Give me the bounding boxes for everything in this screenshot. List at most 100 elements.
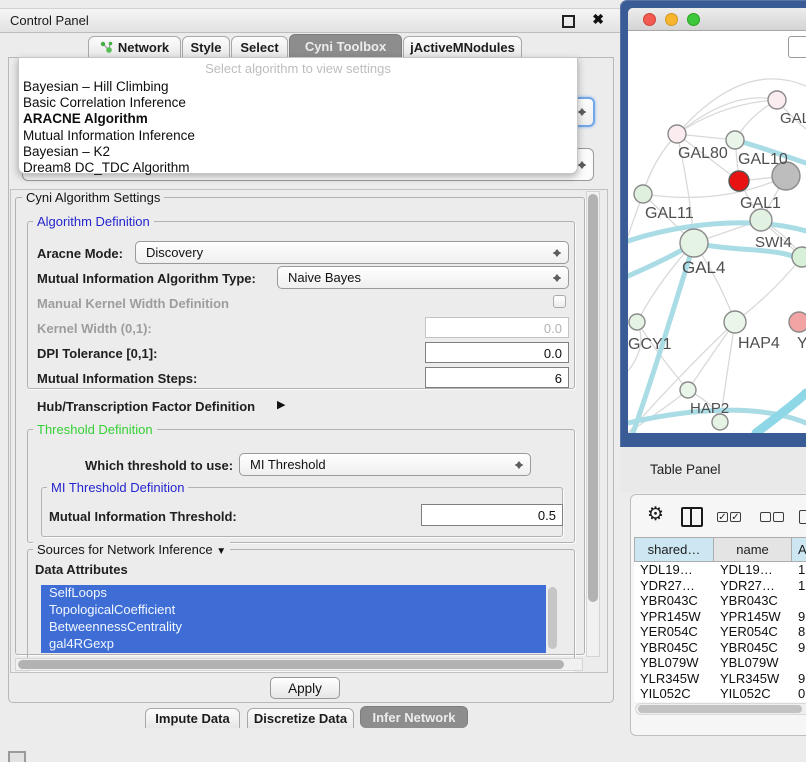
deselect-all-checkbox-icon[interactable] xyxy=(773,512,784,522)
close-traffic-light-icon[interactable] xyxy=(643,13,656,26)
kernel-width-field[interactable]: 0.0 xyxy=(425,317,569,338)
algorithm-option[interactable]: Dream8 DC_TDC Algorithm xyxy=(23,160,573,176)
table-cell[interactable]: YDL19… xyxy=(640,562,718,578)
table-cell[interactable] xyxy=(798,593,806,609)
network-node[interactable] xyxy=(789,312,806,332)
table-cell[interactable]: 0. xyxy=(798,686,806,702)
select-all-checkbox-icon[interactable]: ✓ xyxy=(717,512,728,522)
settings-vertical-scrollbar-thumb[interactable] xyxy=(588,194,598,602)
table-cell[interactable]: YPR145W xyxy=(640,609,718,625)
network-edge[interactable] xyxy=(677,98,777,134)
table-cell[interactable]: YLR345W xyxy=(640,671,718,687)
mi-steps-field[interactable]: 6 xyxy=(425,367,569,388)
table-cell[interactable]: YIL052C xyxy=(640,686,718,702)
table-cell[interactable] xyxy=(798,655,806,671)
data-attribute-item[interactable]: gal4RGexp xyxy=(41,636,546,653)
data-attribute-item[interactable]: SelfLoops xyxy=(41,585,546,602)
column-header-name[interactable]: name xyxy=(714,537,792,562)
column-header-shared-name[interactable]: shared… xyxy=(634,537,714,562)
tab-jactivemnodules[interactable]: jActiveMNodules xyxy=(403,36,522,57)
network-node[interactable] xyxy=(668,125,686,143)
mi-type-select[interactable]: Naive Bayes xyxy=(277,266,569,289)
network-node[interactable] xyxy=(680,229,708,257)
data-attribute-item[interactable]: TopologicalCoefficient xyxy=(41,602,546,619)
table-cell[interactable]: YBL079W xyxy=(720,655,796,671)
table-cell[interactable]: 9. xyxy=(798,640,806,656)
float-window-icon[interactable] xyxy=(562,15,575,28)
table-cell[interactable]: YDR27… xyxy=(720,578,796,594)
network-node[interactable] xyxy=(768,91,786,109)
network-node[interactable] xyxy=(792,247,806,267)
table-cell[interactable]: YBL079W xyxy=(640,655,718,671)
new-column-icon[interactable] xyxy=(799,510,806,524)
network-node[interactable] xyxy=(680,382,696,398)
algorithm-option[interactable]: ARACNE Algorithm xyxy=(23,111,573,127)
manual-kernel-checkbox[interactable] xyxy=(553,295,566,308)
zoom-traffic-light-icon[interactable] xyxy=(687,13,700,26)
table-cell[interactable]: YBR045C xyxy=(720,640,796,656)
tab-select[interactable]: Select xyxy=(231,36,288,57)
table-cell[interactable]: YLR345W xyxy=(720,671,796,687)
algorithm-option[interactable]: Bayesian – Hill Climbing xyxy=(23,79,573,95)
minimized-panel-icon[interactable] xyxy=(8,751,26,762)
tab-infer-network[interactable]: Infer Network xyxy=(360,706,468,728)
algorithm-option[interactable]: Bayesian – K2 xyxy=(23,144,573,160)
table-cell[interactable]: 13 xyxy=(798,562,806,578)
table-cell[interactable]: YIL052C xyxy=(720,686,796,702)
dpi-tolerance-field[interactable]: 0.0 xyxy=(425,342,569,363)
apply-button[interactable]: Apply xyxy=(270,677,340,699)
expand-down-icon[interactable]: ▼ xyxy=(216,546,226,557)
data-attributes-list[interactable]: SelfLoopsTopologicalCoefficientBetweenne… xyxy=(41,585,546,653)
table-cell[interactable]: 12 xyxy=(798,578,806,594)
settings-horizontal-scrollbar[interactable] xyxy=(15,658,583,671)
table-horizontal-scrollbar-thumb[interactable] xyxy=(638,705,802,713)
expand-right-icon[interactable]: ▶ xyxy=(277,398,285,411)
tab-network[interactable]: Network xyxy=(88,36,181,57)
table-cell[interactable]: 9. xyxy=(798,609,806,625)
table-cell[interactable]: YBR043C xyxy=(640,593,718,609)
select-all-checkbox-icon[interactable]: ✓ xyxy=(730,512,741,522)
mi-threshold-field[interactable]: 0.5 xyxy=(421,504,563,526)
table-cell[interactable]: YER054C xyxy=(640,624,718,640)
minimize-traffic-light-icon[interactable] xyxy=(665,13,678,26)
network-edge[interactable] xyxy=(637,322,688,390)
which-threshold-select[interactable]: MI Threshold xyxy=(239,453,531,476)
table-cell[interactable]: 8. xyxy=(798,624,806,640)
deselect-all-checkbox-icon[interactable] xyxy=(760,512,771,522)
table-cell[interactable]: YPR145W xyxy=(720,609,796,625)
table-cell[interactable]: YBR043C xyxy=(720,593,796,609)
network-node[interactable] xyxy=(729,171,749,191)
attribute-list-scrollbar[interactable] xyxy=(548,587,557,649)
network-node[interactable] xyxy=(726,131,744,149)
tab-cyni-toolbox[interactable]: Cyni Toolbox xyxy=(289,34,402,57)
table-cell[interactable]: YBR045C xyxy=(640,640,718,656)
algorithm-option[interactable]: Basic Correlation Inference xyxy=(23,95,573,111)
settings-vertical-scrollbar[interactable] xyxy=(586,191,600,657)
network-edge[interactable] xyxy=(677,100,777,134)
network-node[interactable] xyxy=(724,311,746,333)
network-edge[interactable] xyxy=(643,134,677,194)
table-cell[interactable]: YDR27… xyxy=(640,578,718,594)
network-node[interactable] xyxy=(634,185,652,203)
table-cell[interactable]: 9. xyxy=(798,671,806,687)
network-canvas[interactable]: GALGAL80GAL10GAL1GAL11SWI4GAL4GCY1HAP4YH… xyxy=(628,31,806,433)
network-window-titlebar[interactable] xyxy=(628,8,806,31)
network-node[interactable] xyxy=(750,209,772,231)
gear-icon[interactable]: ⚙ xyxy=(647,505,664,524)
network-node[interactable] xyxy=(629,314,645,330)
tab-discretize-data[interactable]: Discretize Data xyxy=(247,708,354,728)
network-edge[interactable] xyxy=(735,257,802,322)
algorithm-option[interactable]: Mutual Information Inference xyxy=(23,128,573,144)
column-header-next[interactable]: A xyxy=(792,537,806,562)
settings-horizontal-scrollbar-thumb[interactable] xyxy=(18,660,564,669)
close-icon[interactable]: ✖ xyxy=(592,11,604,28)
data-attribute-item[interactable]: BetweennessCentrality xyxy=(41,619,546,636)
tab-impute-data[interactable]: Impute Data xyxy=(145,708,240,728)
network-edge[interactable] xyxy=(688,322,735,390)
table-horizontal-scrollbar[interactable] xyxy=(635,703,806,715)
table-cell[interactable]: YDL19… xyxy=(720,562,796,578)
aracne-mode-select[interactable]: Discovery xyxy=(135,241,569,264)
tab-style[interactable]: Style xyxy=(182,36,230,57)
table-cell[interactable]: YER054C xyxy=(720,624,796,640)
columns-icon[interactable] xyxy=(681,507,703,527)
